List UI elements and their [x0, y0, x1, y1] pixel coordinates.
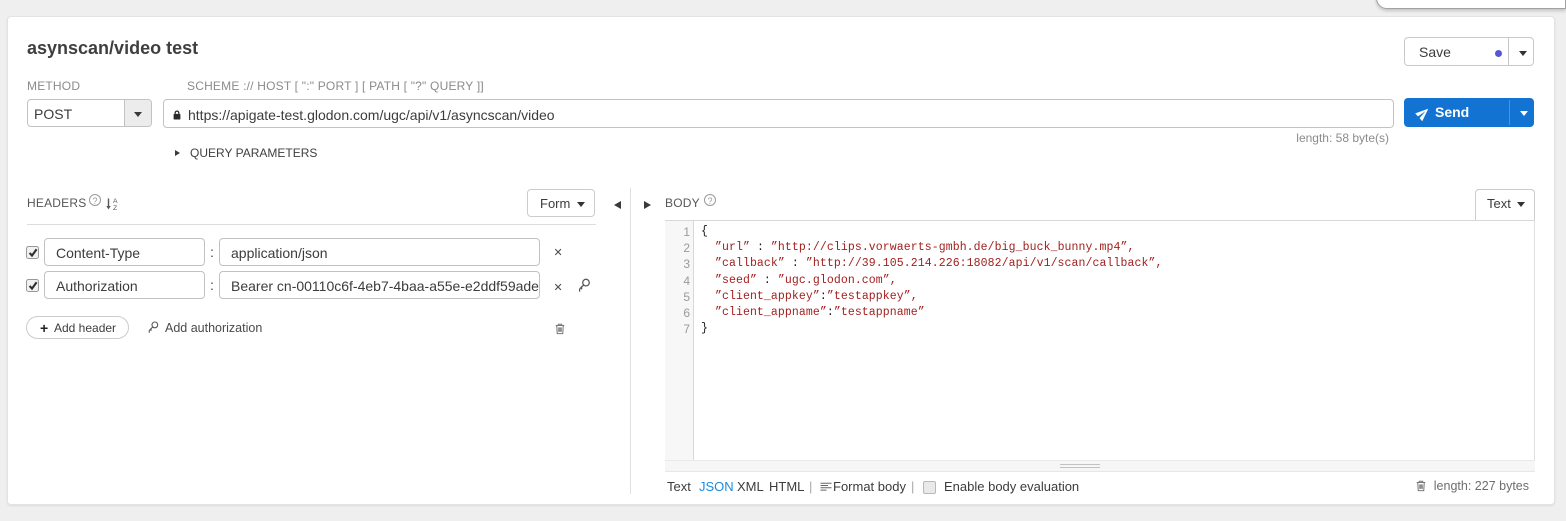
svg-text:Z: Z [113, 205, 117, 211]
svg-text:A: A [113, 198, 118, 205]
